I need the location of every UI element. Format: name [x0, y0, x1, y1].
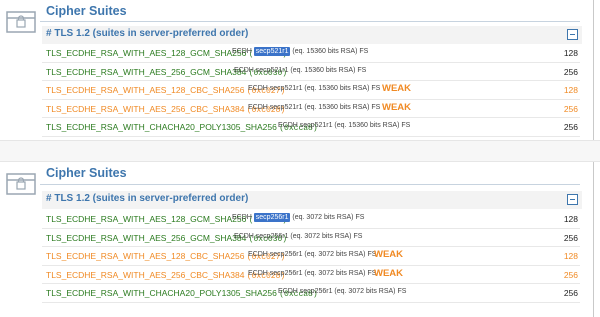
cipher-suite-name: TLS_ECDHE_RSA_WITH_AES_128_CBC_SHA256: [46, 251, 245, 261]
key-bits: 128: [563, 251, 578, 261]
cipher-suite-name: TLS_ECDHE_RSA_WITH_CHACHA20_POLY1305_SHA…: [46, 288, 277, 298]
cipher-name: TLS_ECDHE_RSA_WITH_CHACHA20_POLY1305_SHA…: [46, 122, 318, 133]
key-bits: 256: [563, 288, 578, 298]
key-bits: 256: [563, 232, 578, 243]
key-bits: 128: [563, 214, 578, 224]
lock-box-icon: [6, 173, 36, 195]
kx-prefix: ECDH: [232, 214, 254, 221]
kx-prefix: ECDH: [234, 232, 256, 240]
key-bits: 128: [563, 48, 578, 58]
kx-details: (eq. 15360 bits RSA) FS: [302, 103, 381, 111]
cipher-row: TLS_ECDHE_RSA_WITH_AES_128_GCM_SHA256 (0…: [42, 44, 580, 63]
cipher-row: TLS_ECDHE_RSA_WITH_AES_256_CBC_SHA384 (0…: [42, 100, 580, 118]
cipher-row: TLS_ECDHE_RSA_WITH_AES_256_GCM_SHA384 (0…: [42, 229, 580, 247]
collapse-button[interactable]: [567, 29, 578, 40]
kx-prefix: ECDH: [278, 122, 300, 129]
key-exchange: ECDH secp521r1 (eq. 15360 bits RSA) FS: [234, 67, 366, 74]
key-bits: 256: [563, 269, 578, 280]
kx-prefix: ECDH: [248, 269, 270, 277]
cipher-suite-name: TLS_ECDHE_RSA_WITH_CHACHA20_POLY1305_SHA…: [46, 122, 277, 132]
key-bits: 256: [563, 66, 578, 77]
cipher-row: TLS_ECDHE_RSA_WITH_AES_128_CBC_SHA256 (0…: [42, 81, 580, 100]
key-bits: 256: [563, 122, 578, 132]
cipher-row: TLS_ECDHE_RSA_WITH_AES_256_CBC_SHA384 (0…: [42, 266, 580, 284]
kx-prefix: ECDH: [248, 251, 270, 258]
kx-curve: secp521r1: [299, 122, 333, 129]
kx-curve: secp521r1: [255, 66, 289, 74]
panel-gap: [0, 140, 600, 162]
tls-subheading-bar: # TLS 1.2 (suites in server-preferred or…: [42, 191, 582, 209]
cipher-suites-panel-2: Cipher Suites # TLS 1.2 (suites in serve…: [0, 162, 600, 317]
kx-curve: secp256r1: [269, 269, 303, 277]
cipher-row: TLS_ECDHE_RSA_WITH_CHACHA20_POLY1305_SHA…: [42, 118, 580, 137]
key-exchange: ECDH secp521r1 (eq. 15360 bits RSA) FS: [232, 47, 369, 56]
cipher-suite-name: TLS_ECDHE_RSA_WITH_AES_256_CBC_SHA384: [46, 269, 245, 280]
kx-curve: secp521r1: [253, 47, 291, 56]
section-title: Cipher Suites: [46, 4, 127, 18]
kx-prefix: ECDH: [278, 288, 300, 295]
kx-curve: secp521r1: [269, 85, 303, 92]
key-bits: 128: [563, 85, 578, 95]
kx-prefix: ECDH: [248, 103, 270, 111]
cipher-suite-name: TLS_ECDHE_RSA_WITH_AES_128_GCM_SHA256: [46, 48, 247, 58]
cipher-table: TLS_ECDHE_RSA_WITH_AES_128_GCM_SHA256 (0…: [42, 44, 580, 137]
kx-prefix: ECDH: [248, 85, 270, 92]
panel-border: [593, 0, 594, 140]
cipher-suite-name: TLS_ECDHE_RSA_WITH_AES_256_GCM_SHA384: [46, 66, 247, 77]
cipher-suite-name: TLS_ECDHE_RSA_WITH_AES_128_GCM_SHA256: [46, 214, 247, 224]
cipher-row: TLS_ECDHE_RSA_WITH_AES_256_GCM_SHA384 (0…: [42, 63, 580, 81]
cipher-table: TLS_ECDHE_RSA_WITH_AES_128_GCM_SHA256 (0…: [42, 210, 580, 303]
kx-details: (eq. 3072 bits RSA) FS: [302, 251, 377, 258]
tls-subheading: # TLS 1.2 (suites in server-preferred or…: [46, 193, 249, 204]
kx-details: (eq. 3072 bits RSA) FS: [302, 269, 377, 277]
key-exchange: ECDH secp256r1 (eq. 3072 bits RSA) FS: [278, 288, 406, 295]
weak-badge: WEAK: [382, 83, 412, 94]
cipher-suite-name: TLS_ECDHE_RSA_WITH_AES_256_CBC_SHA384: [46, 103, 245, 114]
kx-curve: secp256r1: [269, 251, 303, 258]
kx-curve: secp256r1: [253, 213, 291, 222]
kx-details: (eq. 15360 bits RSA) FS: [288, 66, 367, 74]
collapse-button[interactable]: [567, 194, 578, 205]
panel-border: [593, 162, 594, 317]
kx-details: (eq. 15360 bits RSA) FS: [332, 122, 411, 129]
cipher-suites-panel-1: Cipher Suites # TLS 1.2 (suites in serve…: [0, 0, 600, 140]
key-exchange: ECDH secp256r1 (eq. 3072 bits RSA) FS: [248, 270, 376, 277]
key-exchange: ECDH secp256r1 (eq. 3072 bits RSA) FS: [234, 233, 362, 240]
kx-prefix: ECDH: [234, 66, 256, 74]
cipher-suite-name: TLS_ECDHE_RSA_WITH_AES_256_GCM_SHA384: [46, 232, 247, 243]
lock-box-icon: [6, 11, 36, 33]
cipher-row: TLS_ECDHE_RSA_WITH_AES_128_CBC_SHA256 (0…: [42, 247, 580, 266]
divider: [40, 21, 580, 22]
weak-badge: WEAK: [374, 267, 404, 279]
key-exchange: ECDH secp256r1 (eq. 3072 bits RSA) FS: [248, 251, 376, 258]
cipher-row: TLS_ECDHE_RSA_WITH_CHACHA20_POLY1305_SHA…: [42, 284, 580, 303]
key-exchange: ECDH secp521r1 (eq. 15360 bits RSA) FS: [278, 122, 410, 129]
kx-details: (eq. 15360 bits RSA) FS: [302, 85, 381, 92]
tls-subheading: # TLS 1.2 (suites in server-preferred or…: [46, 28, 249, 39]
kx-curve: secp256r1: [299, 288, 333, 295]
kx-curve: secp256r1: [255, 232, 289, 240]
kx-details: (eq. 3072 bits RSA) FS: [290, 214, 365, 221]
cipher-row: TLS_ECDHE_RSA_WITH_AES_128_GCM_SHA256 (0…: [42, 210, 580, 229]
kx-details: (eq. 15360 bits RSA) FS: [290, 48, 369, 55]
cipher-name: TLS_ECDHE_RSA_WITH_CHACHA20_POLY1305_SHA…: [46, 288, 318, 299]
kx-prefix: ECDH: [232, 48, 254, 55]
kx-curve: secp521r1: [269, 103, 303, 111]
kx-details: (eq. 3072 bits RSA) FS: [288, 232, 363, 240]
key-exchange: ECDH secp521r1 (eq. 15360 bits RSA) FS: [248, 85, 380, 92]
key-exchange: ECDH secp521r1 (eq. 15360 bits RSA) FS: [248, 104, 380, 111]
cipher-suite-name: TLS_ECDHE_RSA_WITH_AES_128_CBC_SHA256: [46, 85, 245, 95]
divider: [40, 184, 580, 185]
key-bits: 256: [563, 103, 578, 114]
kx-details: (eq. 3072 bits RSA) FS: [332, 288, 407, 295]
section-title: Cipher Suites: [46, 166, 127, 180]
weak-badge: WEAK: [382, 101, 412, 113]
weak-badge: WEAK: [374, 249, 404, 260]
key-exchange: ECDH secp256r1 (eq. 3072 bits RSA) FS: [232, 213, 365, 222]
tls-subheading-bar: # TLS 1.2 (suites in server-preferred or…: [42, 26, 582, 44]
